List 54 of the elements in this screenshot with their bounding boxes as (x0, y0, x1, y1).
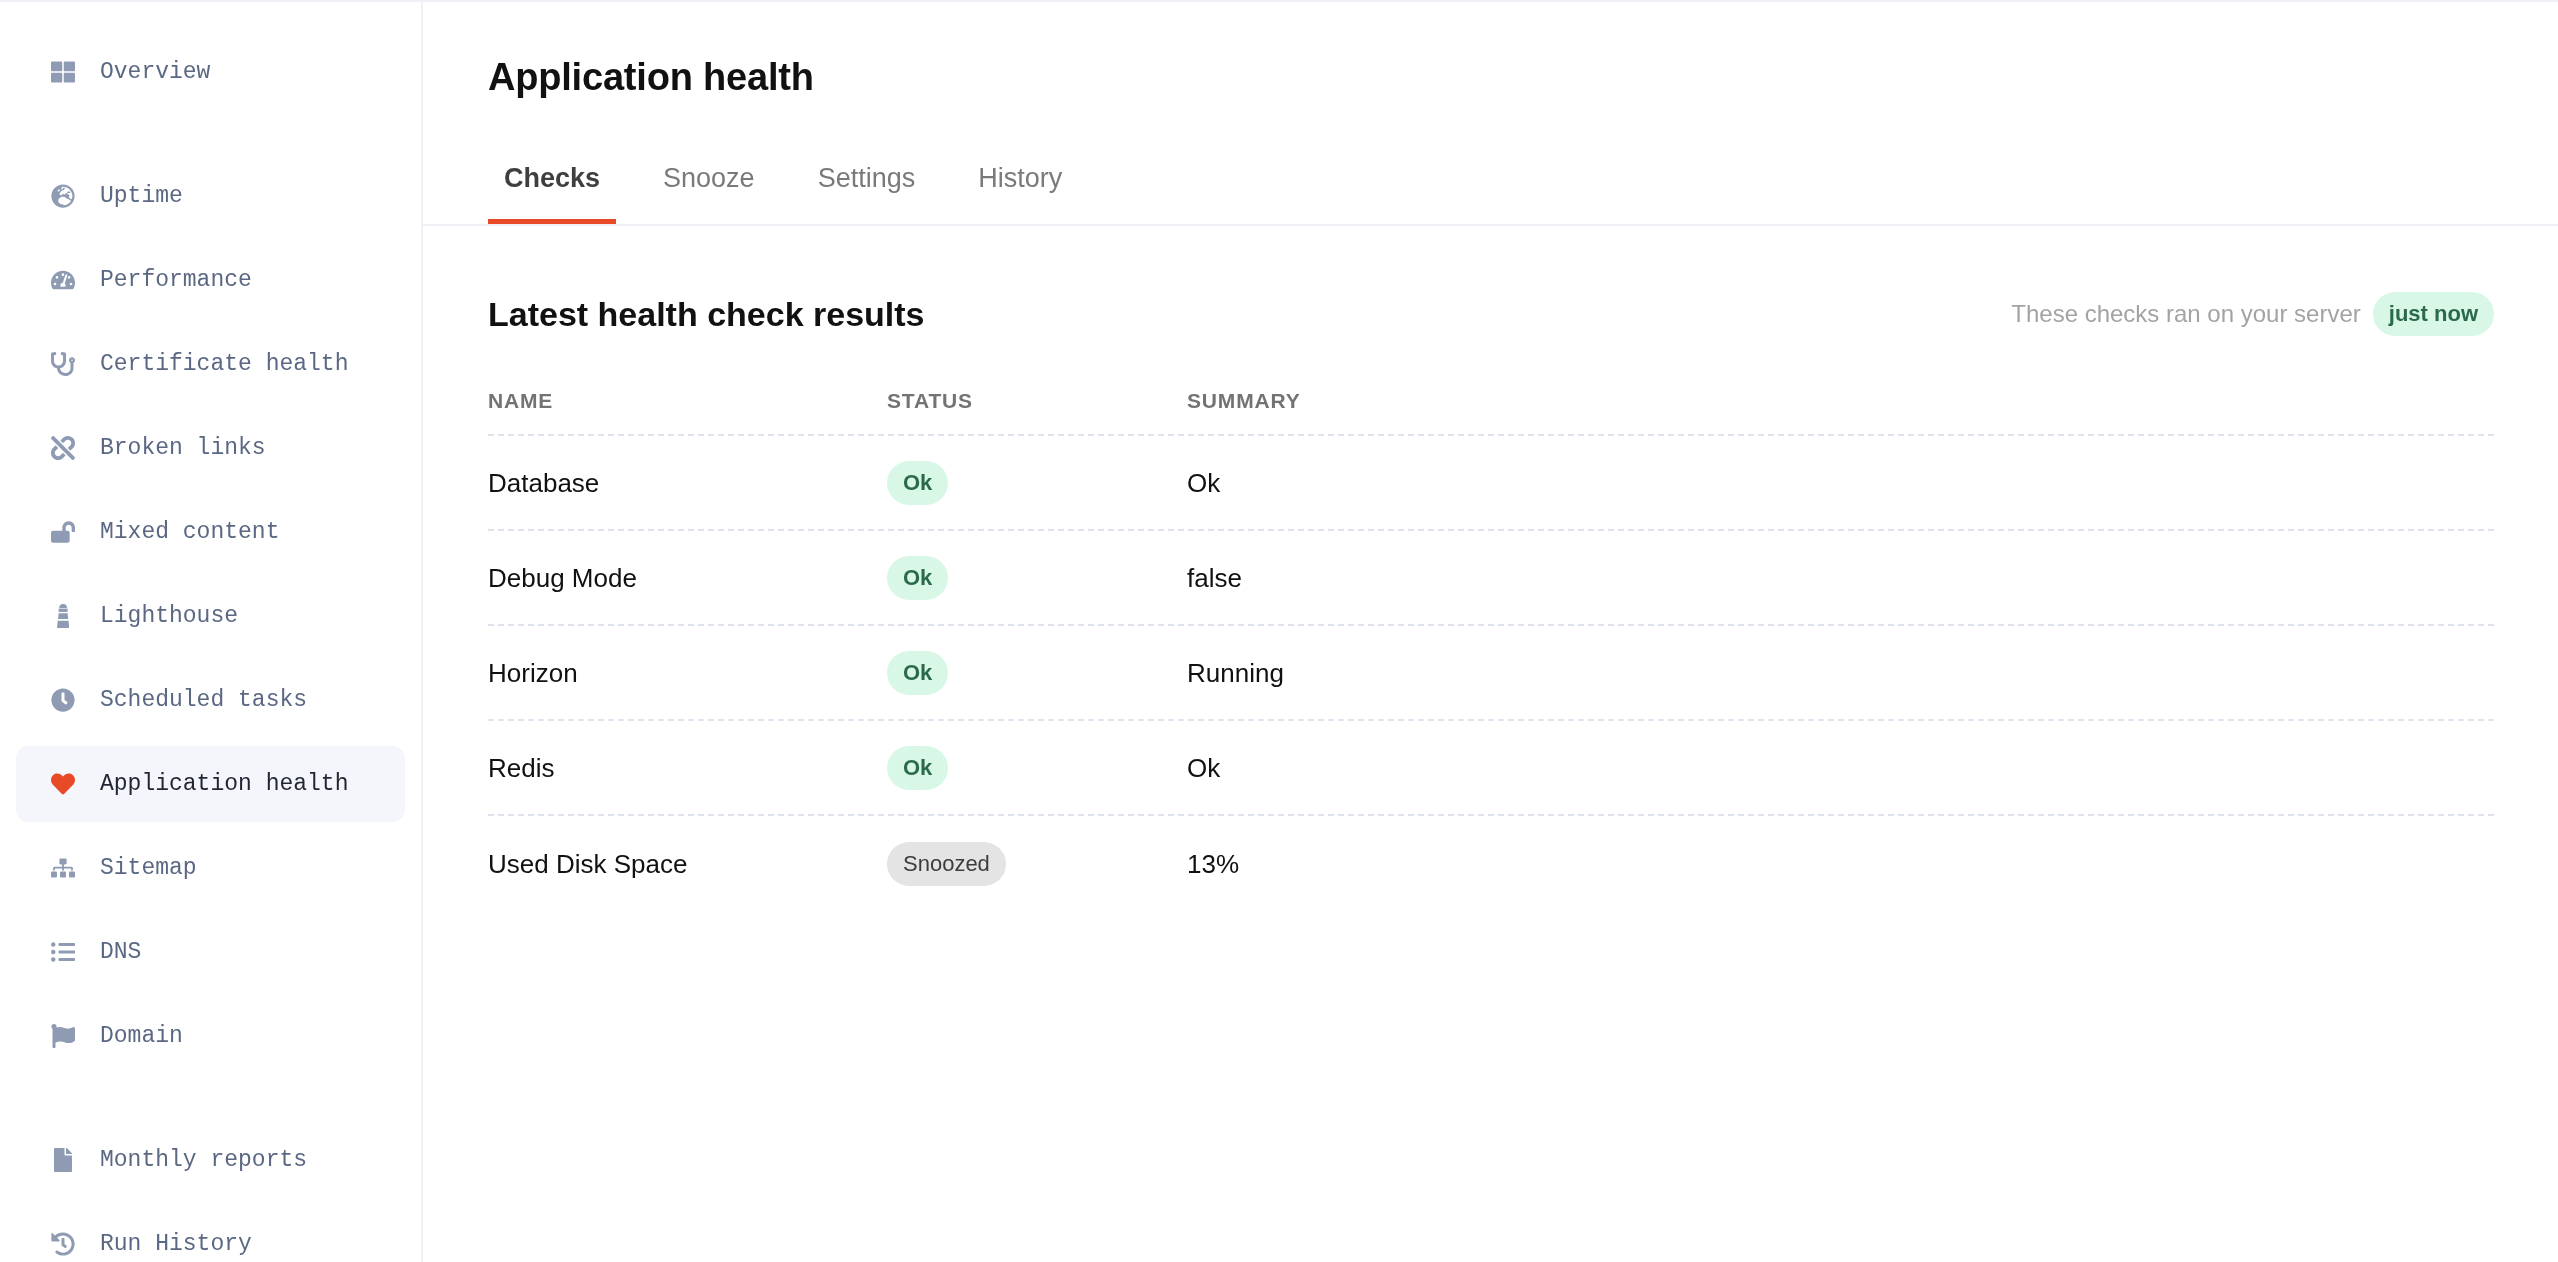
sidebar-item[interactable]: Domain (16, 998, 405, 1074)
history-icon (51, 1232, 75, 1256)
sidebar-item[interactable]: Lighthouse (16, 578, 405, 654)
table-cell: Redis (488, 751, 555, 784)
sidebar-item[interactable]: Broken links (16, 410, 405, 486)
heart-icon (51, 772, 75, 796)
status-badge: Ok (887, 555, 949, 600)
globe-icon (51, 184, 75, 208)
sidebar-item[interactable]: Uptime (16, 158, 405, 234)
status-badge: Ok (887, 460, 949, 505)
clock-icon (51, 688, 75, 712)
tab[interactable]: Settings (801, 161, 932, 224)
list-icon (51, 940, 75, 964)
tab[interactable]: History (962, 161, 1079, 224)
sidebar-item[interactable]: Application health (16, 746, 405, 822)
table-cell: Debug Mode (488, 561, 637, 594)
gauge-icon (51, 268, 75, 292)
section-title: Latest health check results (488, 294, 925, 335)
tab[interactable]: Checks (488, 161, 617, 224)
broken-link-icon (51, 436, 75, 460)
status-badge: Ok (887, 745, 949, 790)
tab[interactable]: Snooze (647, 161, 771, 224)
sidebar-item[interactable]: Sitemap (16, 830, 405, 906)
unlocked-padlock-icon (51, 520, 75, 544)
sidebar-item[interactable]: Certificate health (16, 326, 405, 402)
table-cell: false (1187, 561, 1242, 594)
grid-icon (51, 60, 75, 84)
time-badge: just now (2372, 292, 2494, 336)
sidebar-item[interactable]: DNS (16, 914, 405, 990)
table-cell: Ok (1187, 751, 1221, 784)
lighthouse-icon (56, 604, 70, 628)
table-cell: Running (1187, 656, 1284, 689)
sitemap-icon (51, 856, 75, 880)
status-badge: Ok (887, 650, 949, 695)
status-badge: Snoozed (887, 841, 1006, 886)
sidebar-item[interactable]: Scheduled tasks (16, 662, 405, 738)
table-cell: Used Disk Space (488, 847, 688, 880)
flag-icon (51, 1024, 75, 1048)
table-cell: Ok (1187, 466, 1221, 499)
column-header: STATUS (887, 388, 973, 414)
note-text: These checks ran on your server (2011, 300, 2361, 328)
document-icon (51, 1148, 75, 1172)
sidebar-item[interactable]: Monthly reports (16, 1122, 405, 1198)
table-cell: 13% (1187, 847, 1240, 880)
column-header: SUMMARY (1187, 388, 1301, 414)
sidebar-item[interactable]: Performance (16, 242, 405, 318)
table-cell: Horizon (488, 656, 578, 689)
page-title: Application health (488, 55, 815, 100)
stethoscope-icon (51, 352, 75, 376)
sidebar-item[interactable]: Mixed content (16, 494, 405, 570)
column-header: NAME (488, 388, 554, 414)
sidebar-item[interactable]: Overview (16, 34, 405, 110)
table-cell: Database (488, 466, 600, 499)
sidebar-item[interactable]: Run History (16, 1206, 405, 1262)
